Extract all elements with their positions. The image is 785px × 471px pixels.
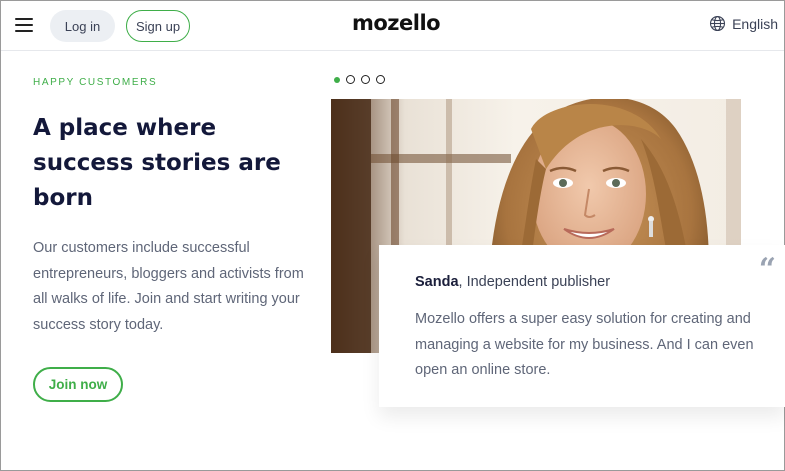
testimonial-author: Sanda, Independent publisher [415,274,610,290]
testimonial-quote: Mozello offers a super easy solution for… [415,311,754,378]
language-selector[interactable]: English [709,15,778,32]
headline-line: A place where [33,115,217,141]
carousel-dot-3[interactable] [361,75,370,84]
carousel-dot-1[interactable] [334,76,340,83]
language-label: English [732,15,778,32]
author-role: , Independent publisher [458,274,611,290]
hamburger-icon[interactable] [15,18,33,32]
section-eyebrow: HAPPY CUSTOMERS [33,77,158,88]
hero-description: Our customers include successful entrepr… [33,240,304,333]
testimonial-card: “ Sanda, Independent publisher Mozello o… [379,245,785,407]
login-button[interactable]: Log in [50,10,115,42]
site-header: Log in Sign up mozello English [1,1,784,51]
quote-icon: “ [758,252,776,287]
join-now-button[interactable]: Join now [33,367,123,402]
globe-icon [710,15,726,32]
carousel-dot-2[interactable] [346,75,355,84]
carousel-dot-4[interactable] [376,75,385,84]
mozello-logo[interactable]: mozello [352,11,441,35]
headline-line: success stories are [33,150,281,176]
carousel-dots [334,75,385,84]
author-name: Sanda [415,274,459,290]
hero-headline: A place where success stories are born [33,111,293,216]
headline-line: born [33,185,93,211]
signup-button[interactable]: Sign up [126,10,190,42]
